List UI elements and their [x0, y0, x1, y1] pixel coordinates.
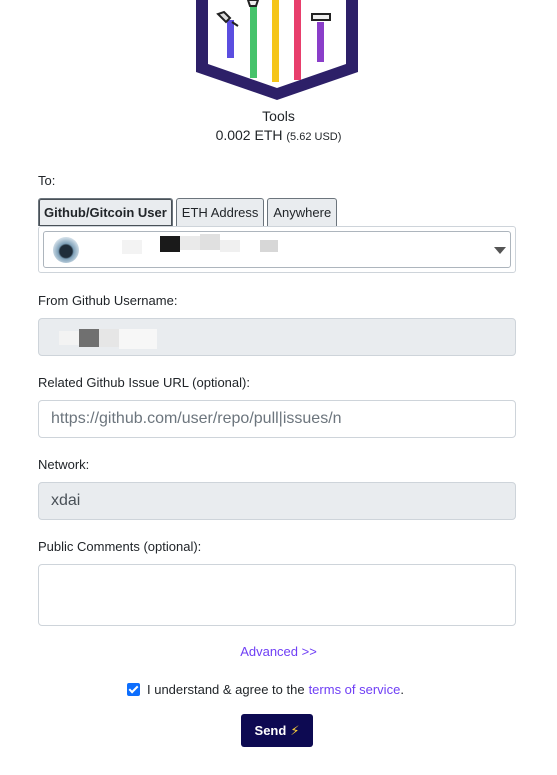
redacted-username — [99, 329, 119, 347]
advanced-toggle-link[interactable]: Advanced >> — [0, 644, 557, 659]
price-eth: 0.002 ETH — [215, 127, 283, 143]
to-label: To: — [38, 173, 56, 188]
tab-eth-address[interactable]: ETH Address — [175, 198, 265, 226]
tab-anywhere[interactable]: Anywhere — [267, 198, 338, 226]
tab-github-user[interactable]: Github/Gitcoin User — [38, 198, 173, 226]
agree-text: I understand & agree to the — [147, 681, 305, 697]
redacted-username — [119, 329, 157, 349]
redacted-name — [220, 240, 240, 252]
from-username-label: From Github Username: — [38, 293, 178, 308]
send-button[interactable]: Send ⚡ — [241, 714, 313, 747]
redacted-name — [122, 240, 142, 254]
comments-label: Public Comments (optional): — [38, 539, 202, 554]
from-username-field[interactable] — [38, 318, 516, 356]
item-price: 0.002 ETH (5.62 USD) — [0, 127, 557, 143]
redacted-name — [180, 236, 200, 250]
agree-suffix: . — [400, 681, 404, 697]
recipient-select[interactable] — [43, 231, 511, 268]
agree-checkbox[interactable] — [127, 682, 140, 696]
terms-agreement: I understand & agree to the terms of ser… — [127, 680, 404, 698]
chevron-down-icon[interactable] — [494, 247, 506, 254]
redacted-name — [260, 240, 278, 252]
item-name: Tools — [262, 108, 295, 124]
send-button-label: Send — [254, 723, 287, 738]
network-field[interactable]: xdai — [38, 482, 516, 520]
redacted-username — [79, 329, 99, 347]
price-usd: (5.62 USD) — [286, 131, 342, 143]
issue-url-input[interactable]: https://github.com/user/repo/pull|issues… — [38, 400, 516, 438]
terms-of-service-link[interactable]: terms of service — [309, 682, 401, 697]
comments-textarea[interactable] — [38, 564, 516, 626]
recipient-select-container — [38, 226, 516, 273]
issue-url-label: Related Github Issue URL (optional): — [38, 375, 250, 390]
redacted-username — [59, 331, 79, 345]
recipient-type-tabs: Github/Gitcoin User ETH Address Anywhere — [38, 198, 340, 226]
network-label: Network: — [38, 457, 90, 472]
network-value: xdai — [51, 492, 81, 509]
redacted-name — [200, 234, 220, 250]
kudos-badge-image — [196, 0, 358, 100]
issue-url-placeholder: https://github.com/user/repo/pull|issues… — [51, 410, 342, 427]
redacted-name — [160, 236, 180, 252]
recipient-avatar — [53, 237, 79, 263]
lightning-icon: ⚡ — [290, 722, 300, 738]
